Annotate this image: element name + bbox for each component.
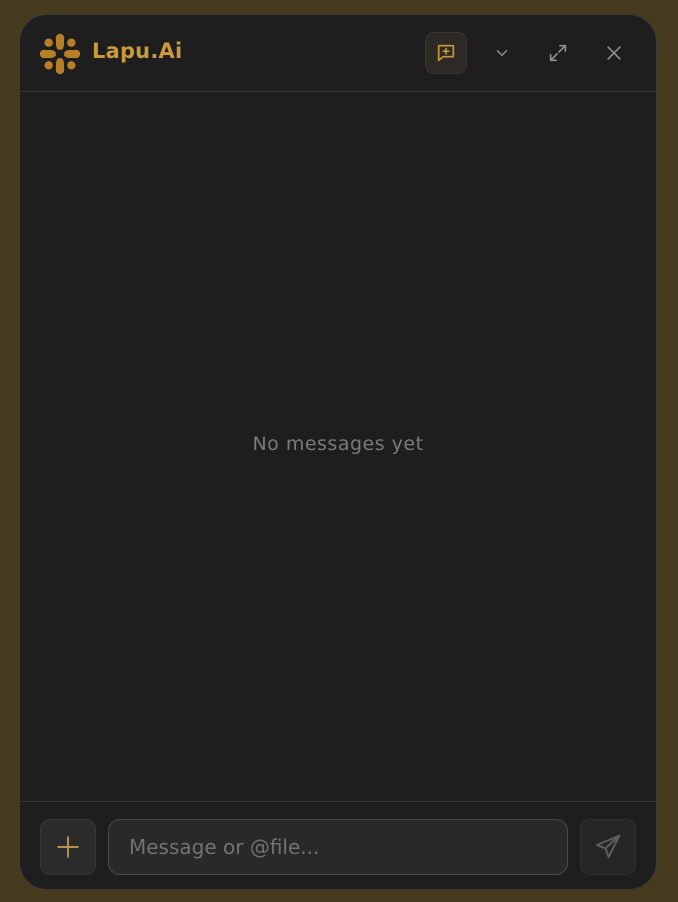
add-attachment-button[interactable]	[40, 819, 96, 875]
send-icon	[595, 834, 621, 858]
send-button[interactable]	[580, 819, 636, 875]
model-dropdown-button[interactable]	[481, 32, 523, 74]
close-button[interactable]	[593, 32, 635, 74]
chevron-down-icon	[496, 50, 508, 56]
chat-window: Lapu.Ai No messages yet	[19, 14, 657, 890]
new-chat-icon	[437, 44, 455, 62]
close-icon	[607, 46, 621, 60]
expand-button[interactable]	[537, 32, 579, 74]
chat-header: Lapu.Ai	[20, 15, 656, 92]
lapu-logo-icon	[39, 33, 81, 75]
message-input[interactable]	[108, 819, 568, 875]
expand-icon	[549, 44, 567, 62]
app-title: Lapu.Ai	[92, 39, 183, 63]
plus-icon	[57, 836, 79, 858]
new-chat-button[interactable]	[425, 32, 467, 74]
message-list: No messages yet	[20, 92, 656, 801]
empty-state-text: No messages yet	[252, 433, 424, 455]
composer	[20, 801, 656, 889]
